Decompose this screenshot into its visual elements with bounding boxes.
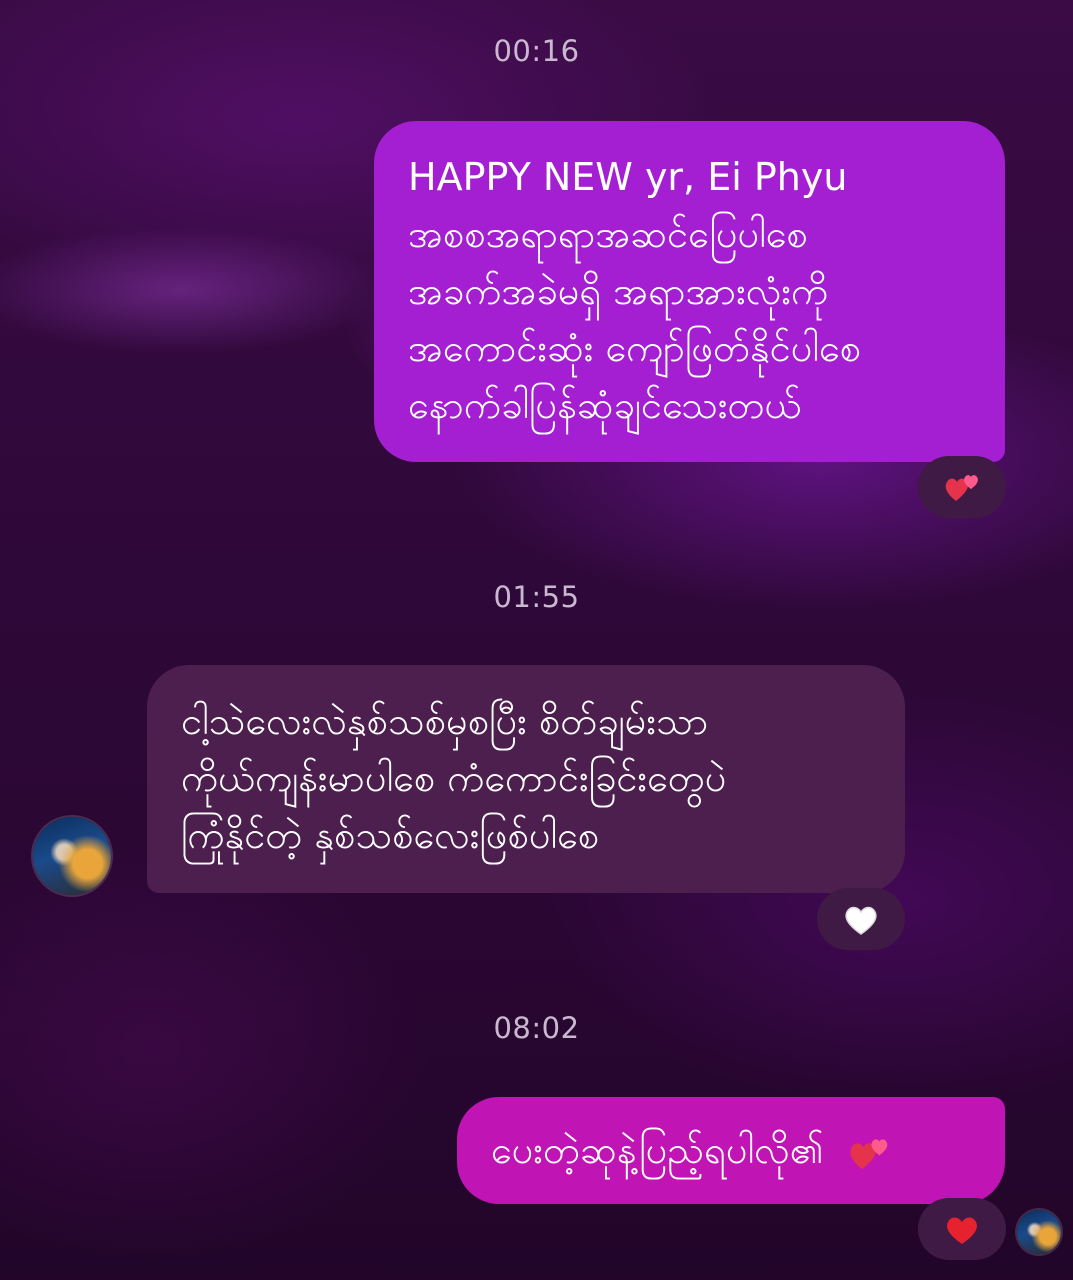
message-line: ကြုံနိုင်တဲ့ နှစ်သစ်လေးဖြစ်ပါစေ <box>181 813 600 857</box>
message-line: နောက်ခါပြန်ဆုံချင်သေးတယ် <box>408 383 802 427</box>
message-line: ကိုယ်ကျန်းမာပါစေ ကံကောင်းခြင်းတွေပဲ <box>181 756 727 800</box>
two-hearts-icon <box>846 1130 892 1176</box>
message-reaction[interactable] <box>817 888 905 950</box>
timestamp: 00:16 <box>493 34 580 68</box>
sent-message-bubble[interactable]: ပေးတဲ့ဆုနဲ့ပြည့်ရပါလို၏ <box>457 1097 1005 1204</box>
read-receipt-avatar <box>1017 1210 1061 1254</box>
timestamp: 08:02 <box>493 1011 580 1045</box>
message-line: အစစအရာရာအဆင်ပြေပါစေ <box>408 212 808 256</box>
message-line: အခက်အခဲမရှိ အရာအားလုံးကို <box>408 269 829 313</box>
message-line: အကောင်းဆုံး ကျော်ဖြတ်နိုင်ပါစေ <box>408 326 862 370</box>
white-heart-icon <box>842 901 880 937</box>
message-line: HAPPY NEW yr, Ei Phyu <box>408 155 848 199</box>
message-reaction[interactable] <box>918 1198 1006 1260</box>
red-heart-icon <box>943 1211 981 1247</box>
sent-message-bubble[interactable]: HAPPY NEW yr, Ei Phyu အစစအရာရာအဆင်ပြေပါစ… <box>374 121 1005 462</box>
contact-avatar[interactable] <box>33 817 111 895</box>
two-hearts-icon <box>942 467 982 507</box>
timestamp: 01:55 <box>493 580 580 614</box>
message-line: ပေးတဲ့ဆုနဲ့ပြည့်ရပါလို၏ <box>491 1128 824 1172</box>
message-line: ငါ့သဲလေးလဲနှစ်သစ်မှစပြီး စိတ်ချမ်းသာ <box>181 699 709 743</box>
message-reaction[interactable] <box>918 456 1006 518</box>
received-message-bubble[interactable]: ငါ့သဲလေးလဲနှစ်သစ်မှစပြီး စိတ်ချမ်းသာ ကို… <box>147 665 905 893</box>
